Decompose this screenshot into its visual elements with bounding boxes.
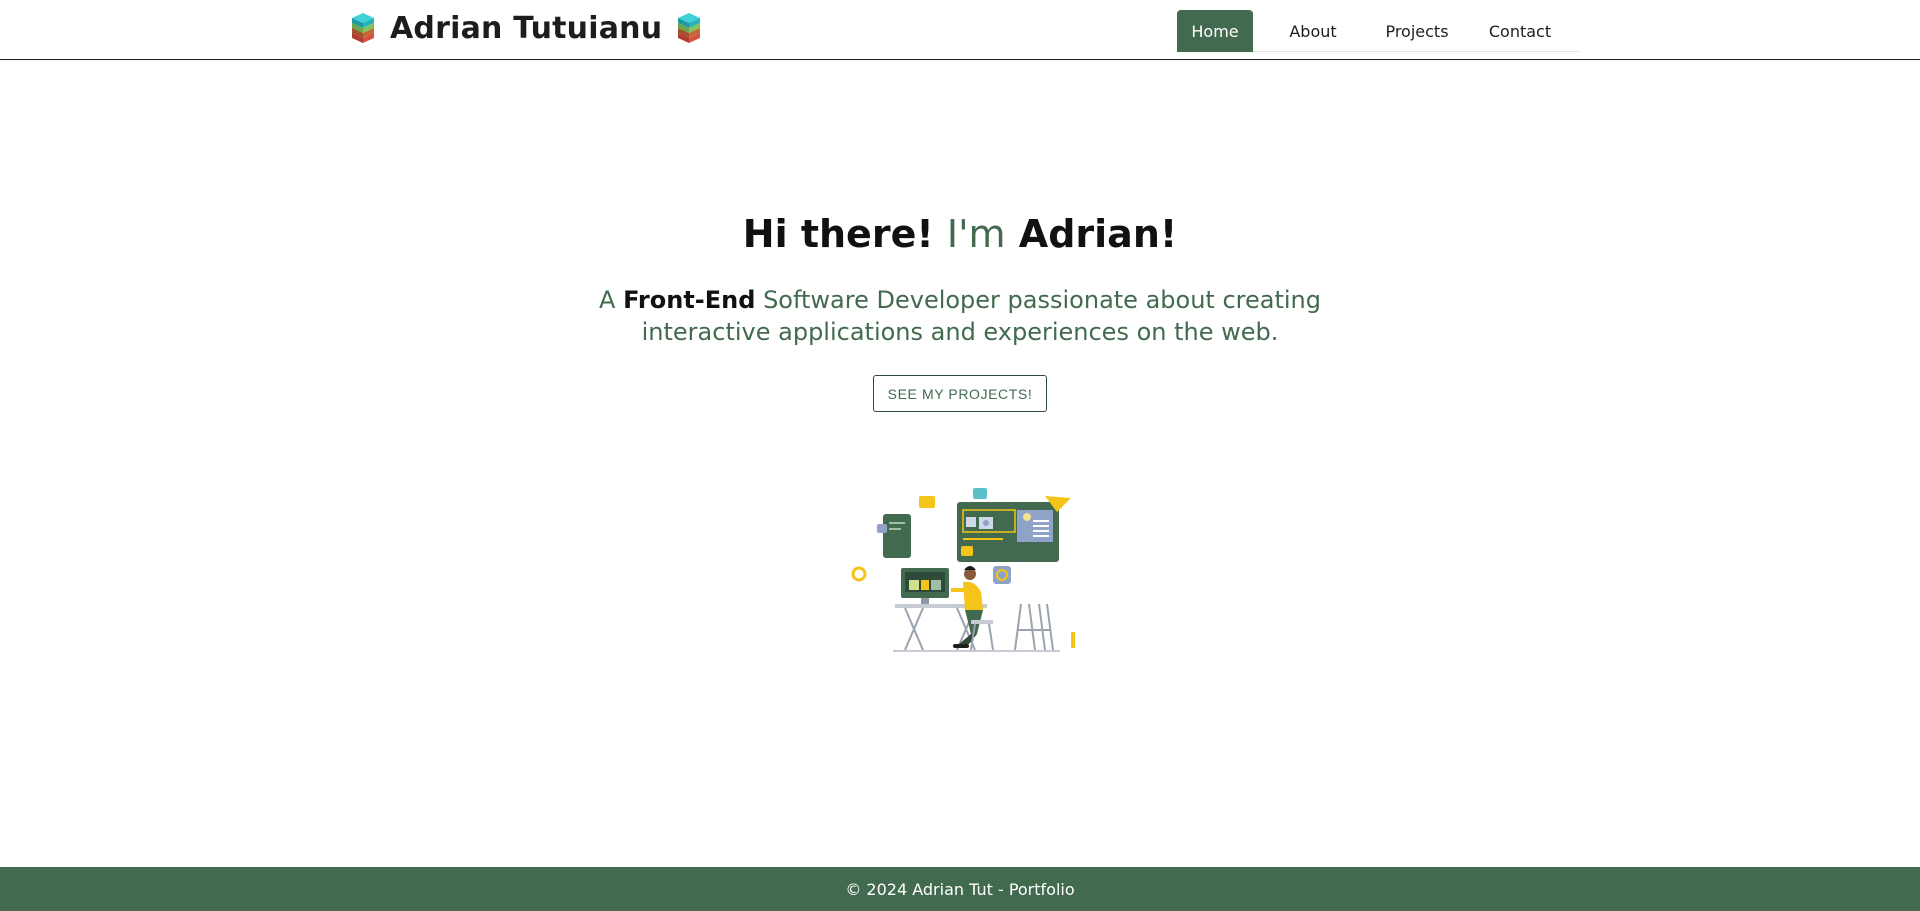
site-header: Adrian Tutuianu Home About Projects Cont… <box>0 0 1920 60</box>
brand-title: Adrian Tutuianu <box>390 10 663 46</box>
site-footer: © 2024 Adrian Tut - Portfolio <box>0 867 1920 911</box>
nav-item-about[interactable]: About <box>1253 10 1373 52</box>
footer-text: © 2024 Adrian Tut - Portfolio <box>845 879 1075 899</box>
layered-cube-icon <box>352 13 374 43</box>
hero-subtitle: A Front-End Software Developer passionat… <box>540 284 1380 348</box>
hero-subtitle-part1: A <box>599 286 624 314</box>
nav-item-home[interactable]: Home <box>1177 10 1253 52</box>
brand[interactable]: Adrian Tutuianu <box>350 6 702 50</box>
main-nav: Home About Projects Contact <box>1177 10 1579 52</box>
layered-cube-icon <box>678 13 701 43</box>
nav-item-contact[interactable]: Contact <box>1461 10 1579 52</box>
hero-subtitle-strong: Front-End <box>623 286 756 314</box>
hero-title-part1: Hi there! <box>742 212 947 256</box>
see-projects-button[interactable]: SEE MY PROJECTS! <box>873 375 1047 412</box>
nav-item-projects[interactable]: Projects <box>1373 10 1461 52</box>
hero-title-part2: Adrian! <box>1005 212 1178 256</box>
developer-at-desk-illustration <box>851 488 1075 652</box>
hero-title: Hi there! I'm Adrian! <box>0 212 1920 256</box>
hero-title-accent: I'm <box>946 212 1006 256</box>
